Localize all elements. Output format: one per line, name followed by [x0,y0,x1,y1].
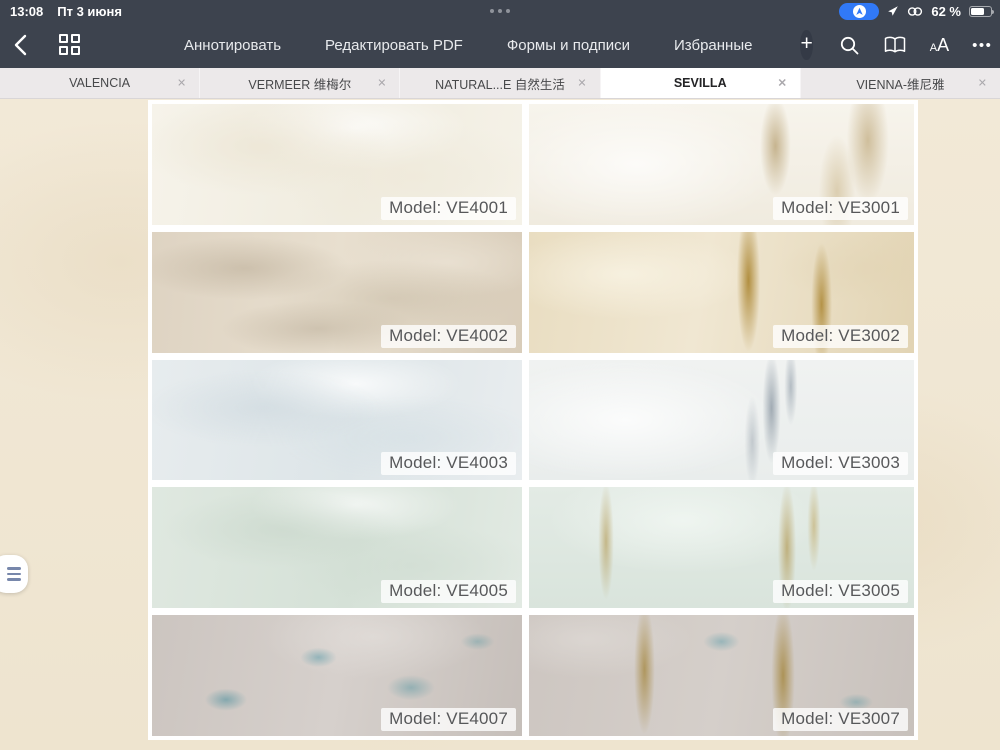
battery-percent: 62 % [931,4,961,19]
swatch-ve3001: Model: VE3001 [529,104,914,225]
tab-vermeer[interactable]: VERMEER 维梅尔 ✕ [200,68,400,98]
pdf-reader-app: 13:08 Пт 3 июня 62 % [0,0,1000,750]
navigation-active-pill-icon[interactable] [839,3,879,20]
close-tab-icon[interactable]: ✕ [177,77,186,90]
menu-edit-pdf[interactable]: Редактировать PDF [325,37,463,54]
swatch-ve3007: Model: VE3007 [529,615,914,736]
menu-favorites[interactable]: Избранные [674,37,752,54]
model-label: Model: VE4007 [381,708,516,731]
tab-valencia[interactable]: VALENCIA ✕ [0,68,200,98]
status-time: 13:08 [10,4,43,19]
model-label: Model: VE4005 [381,580,516,603]
swatch-ve4003: Model: VE4003 [152,360,522,481]
thumbnails-grid-button[interactable] [59,34,80,56]
tab-vienna[interactable]: VIENNA-维尼雅 ✕ [801,68,1000,98]
close-tab-icon[interactable]: ✕ [377,77,386,90]
document-tab-bar: VALENCIA ✕ VERMEER 维梅尔 ✕ NATURAL...E 自然生… [0,68,1000,99]
search-button[interactable] [839,35,860,56]
swatch-ve3005: Model: VE3005 [529,487,914,608]
menu-forms-signatures[interactable]: Формы и подписи [507,37,630,54]
back-button[interactable] [14,32,27,58]
swatch-ve4005: Model: VE4005 [152,487,522,608]
sidebar-drag-handle[interactable] [0,555,28,593]
model-label: Model: VE3007 [773,708,908,731]
model-label: Model: VE3003 [773,452,908,475]
swatch-ve3002: Model: VE3002 [529,232,914,353]
pdf-page-view[interactable]: Model: VE4001 Model: VE3001 Model: VE400… [0,99,1000,750]
close-tab-icon[interactable]: ✕ [978,77,987,90]
model-label: Model: VE4002 [381,325,516,348]
toolbar-menu: Аннотировать Редактировать PDF Формы и п… [184,37,752,54]
toolbar: Аннотировать Редактировать PDF Формы и п… [0,22,1000,68]
model-label: Model: VE3001 [773,197,908,220]
more-options-button[interactable]: ••• [972,37,992,54]
close-tab-icon[interactable]: ✕ [577,77,586,90]
model-label: Model: VE3002 [773,325,908,348]
battery-icon [969,6,992,17]
status-bar: 13:08 Пт 3 июня 62 % [0,0,1000,22]
reader-book-button[interactable] [883,35,907,55]
tab-natural-life[interactable]: NATURAL...E 自然生活 ✕ [400,68,600,98]
swatch-ve4007: Model: VE4007 [152,615,522,736]
swatch-ve3003: Model: VE3003 [529,360,914,481]
hotspot-rings-icon [907,6,923,17]
text-size-button[interactable]: AA [930,35,949,56]
model-label: Model: VE3005 [773,580,908,603]
model-label: Model: VE4003 [381,452,516,475]
multitask-dots-icon [490,9,510,13]
model-label: Model: VE4001 [381,197,516,220]
status-date: Пт 3 июня [57,4,122,19]
swatch-grid: Model: VE4001 Model: VE3001 Model: VE400… [148,100,918,740]
tab-sevilla[interactable]: SEVILLA ✕ [601,68,801,98]
swatch-ve4001: Model: VE4001 [152,104,522,225]
add-button[interactable]: + [800,30,812,60]
header: 13:08 Пт 3 июня 62 % [0,0,1000,68]
menu-annotate[interactable]: Аннотировать [184,37,281,54]
location-arrow-icon [887,5,899,17]
swatch-ve4002: Model: VE4002 [152,232,522,353]
close-tab-icon[interactable]: ✕ [778,77,787,90]
